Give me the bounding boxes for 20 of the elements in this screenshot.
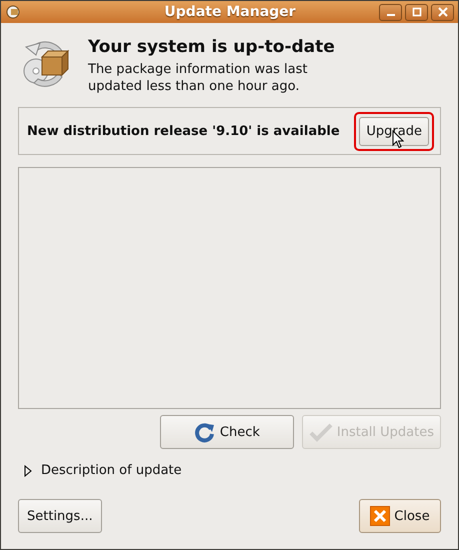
checkmark-icon	[308, 422, 333, 442]
status-message: The package information was last updated less than one hour ago.	[88, 61, 308, 95]
close-icon	[438, 7, 448, 17]
release-notice: New distribution release '9.10' is available	[27, 124, 340, 138]
description-expander[interactable]: Description of update	[18, 463, 441, 478]
package-icon	[5, 4, 21, 20]
upgrade-button[interactable]: Upgrade	[359, 116, 429, 146]
refresh-icon	[194, 421, 216, 443]
maximize-icon	[412, 7, 422, 17]
window-title: Update Manager	[163, 4, 297, 20]
maximize-button[interactable]	[405, 4, 428, 20]
minimize-icon	[386, 14, 394, 16]
close-dialog-button[interactable]: Close	[359, 499, 441, 533]
check-button[interactable]: Check	[160, 415, 294, 449]
status-heading: Your system is up-to-date	[88, 37, 335, 57]
settings-button[interactable]: Settings...	[18, 499, 102, 533]
expander-arrow-icon	[23, 464, 33, 476]
close-icon	[370, 506, 390, 526]
close-button[interactable]	[431, 4, 454, 20]
minimize-button[interactable]	[379, 4, 402, 20]
